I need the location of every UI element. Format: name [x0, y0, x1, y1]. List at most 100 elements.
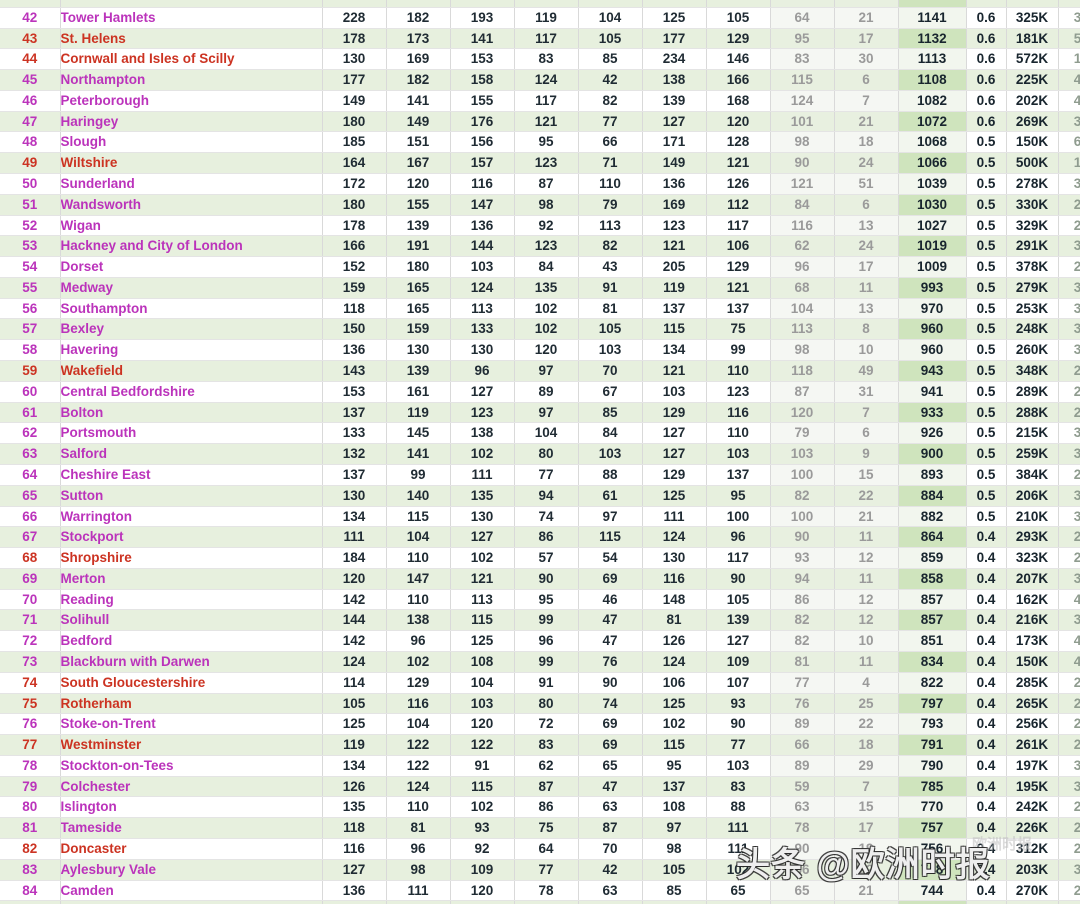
cell-per-capita[interactable]: 469 [1058, 589, 1080, 611]
cell-value-7[interactable]: 109 [706, 651, 771, 673]
cell-area-name[interactable]: Stockport [60, 526, 323, 549]
cell-value-3[interactable]: 115 [450, 776, 515, 798]
cell-value-5[interactable]: 42 [578, 859, 643, 881]
cell-value-8[interactable]: 76 [770, 693, 835, 715]
cell-area-name[interactable]: Slough [60, 131, 323, 154]
table-row[interactable]: 57 Bexley 150 159 133 102 105 115 75 113 8 960 0.5 24… [0, 318, 1080, 341]
cell-value-9[interactable]: 11 [834, 568, 899, 590]
cell-total[interactable]: 884 [898, 485, 967, 507]
cell-value-7[interactable]: 96 [706, 526, 771, 549]
cell-value-5[interactable]: 82 [578, 235, 643, 258]
cell-population[interactable]: 256K [1006, 713, 1059, 736]
cell-value-6[interactable]: 124 [642, 526, 707, 549]
cell-total[interactable]: 859 [898, 547, 967, 569]
cell-total[interactable]: 960 [898, 318, 967, 341]
cell-value-4[interactable]: 86 [514, 526, 579, 549]
cell-total[interactable]: 756 [898, 838, 967, 860]
cell-rate[interactable]: 0.6 [966, 48, 1007, 71]
cell-value-9[interactable]: 18 [834, 131, 899, 154]
cell-total[interactable]: 785 [898, 776, 967, 798]
cell-value-5[interactable]: 69 [578, 568, 643, 590]
cell-rate[interactable]: 0.6 [966, 69, 1007, 91]
cell-value-7[interactable]: 75 [706, 318, 771, 341]
cell-value-9[interactable]: 31 [834, 381, 899, 403]
cell-rate[interactable]: 0.4 [966, 838, 1007, 860]
cell-value-7[interactable]: 116 [706, 402, 771, 424]
cell-per-capita[interactable]: 304 [1058, 443, 1080, 465]
cell-per-capita[interactable]: 391 [1058, 422, 1080, 445]
cell-value-1[interactable]: 143 [322, 360, 387, 382]
cell-value-7[interactable]: 95 [706, 485, 771, 507]
cell-value-8[interactable]: 82 [770, 609, 835, 632]
cell-value-4[interactable]: 117 [514, 28, 579, 50]
cell-value-9[interactable]: 17 [834, 28, 899, 50]
cell-population[interactable]: 242K [1006, 796, 1059, 819]
table-row[interactable]: 74 South Gloucestershire 114 129 104 91 90 106 1… [0, 672, 1080, 694]
cell-value-9[interactable] [834, 0, 899, 8]
cell-value-1[interactable]: 111 [322, 526, 387, 549]
cell-value-7[interactable]: 110 [706, 360, 771, 382]
cell-value-4[interactable]: 86 [514, 796, 579, 819]
cell-value-2[interactable]: 110 [386, 547, 451, 569]
table-row[interactable]: 76 Stoke-on-Trent 125 104 120 72 69 102 90 89 22 79… [0, 713, 1080, 736]
cell-value-9[interactable]: 4 [834, 672, 899, 694]
cell-rank[interactable]: 63 [0, 443, 61, 465]
cell-value-2[interactable]: 120 [386, 173, 451, 195]
cell-value-4[interactable]: 87 [514, 776, 579, 798]
cell-population[interactable]: 323K [1006, 547, 1059, 569]
cell-rate[interactable]: 0.5 [966, 422, 1007, 445]
table-row[interactable]: 59 Wakefield 143 139 96 97 70 121 110 118 49 943 0.5… [0, 360, 1080, 382]
cell-value-6[interactable]: 125 [642, 693, 707, 715]
cell-value-8[interactable]: 100 [770, 464, 835, 486]
cell-value-7[interactable]: 93 [706, 693, 771, 715]
cell-population[interactable]: 248K [1006, 318, 1059, 341]
cell-value-3[interactable]: 193 [450, 7, 515, 29]
cell-rate[interactable]: 0.4 [966, 547, 1007, 569]
cell-value-3[interactable]: 136 [450, 215, 515, 237]
cell-value-6[interactable]: 127 [642, 422, 707, 445]
cell-value-8[interactable]: 94 [770, 568, 835, 590]
cell-value-9[interactable]: 12 [834, 589, 899, 611]
cell-rank[interactable]: 55 [0, 277, 61, 299]
cell-value-3[interactable]: 116 [450, 173, 515, 195]
cell-value-8[interactable]: 87 [770, 381, 835, 403]
cell-value-8[interactable]: 89 [770, 755, 835, 777]
cell-value-9[interactable]: 6 [834, 69, 899, 91]
cell-total[interactable]: 790 [898, 755, 967, 777]
cell-value-8[interactable]: 89 [770, 713, 835, 736]
cell-value-3[interactable]: 113 [450, 589, 515, 611]
cell-population[interactable]: 330K [1006, 194, 1059, 216]
cell-per-capita[interactable]: 338 [1058, 318, 1080, 341]
cell-value-8[interactable]: 66 [770, 859, 835, 881]
cell-area-name[interactable]: Bolton [60, 402, 323, 424]
cell-per-capita[interactable]: 353 [1058, 609, 1080, 632]
cell-value-1[interactable]: 134 [322, 506, 387, 528]
cell-rate[interactable]: 0.4 [966, 713, 1007, 736]
cell-value-1[interactable]: 150 [322, 318, 387, 341]
cell-value-2[interactable]: 98 [386, 859, 451, 881]
cell-value-7[interactable]: 100 [706, 506, 771, 528]
cell-value-7[interactable]: 121 [706, 277, 771, 299]
cell-total[interactable]: 893 [898, 464, 967, 486]
cell-value-9[interactable]: 29 [834, 755, 899, 777]
cell-per-capita[interactable]: 354 [1058, 111, 1080, 133]
cell-total[interactable]: 1108 [898, 69, 967, 91]
cell-value-4[interactable]: 80 [514, 443, 579, 465]
cell-population[interactable]: 210K [1006, 506, 1059, 528]
cell-value-3[interactable]: 115 [450, 609, 515, 632]
cell-value-9[interactable]: 21 [834, 506, 899, 528]
cell-value-9[interactable]: 19 [834, 838, 899, 860]
cell-area-name[interactable]: Hackney and City of London [60, 235, 323, 258]
cell-value-8[interactable]: 98 [770, 131, 835, 154]
cell-value-5[interactable]: 110 [578, 173, 643, 195]
cell-value-5[interactable]: 87 [578, 817, 643, 840]
cell-value-4[interactable]: 123 [514, 235, 579, 258]
cell-value-5[interactable] [578, 0, 643, 8]
cell-value-3[interactable]: 103 [450, 693, 515, 715]
table-row[interactable]: 84Camden1361111207863856565217440.4270K2… [0, 880, 1080, 902]
cell-value-5[interactable]: 88 [578, 464, 643, 486]
cell-per-capita[interactable]: 271 [1058, 734, 1080, 756]
cell-value-9[interactable]: 11 [834, 651, 899, 673]
cell-value-4[interactable]: 97 [514, 402, 579, 424]
cell-total[interactable]: 1027 [898, 215, 967, 237]
